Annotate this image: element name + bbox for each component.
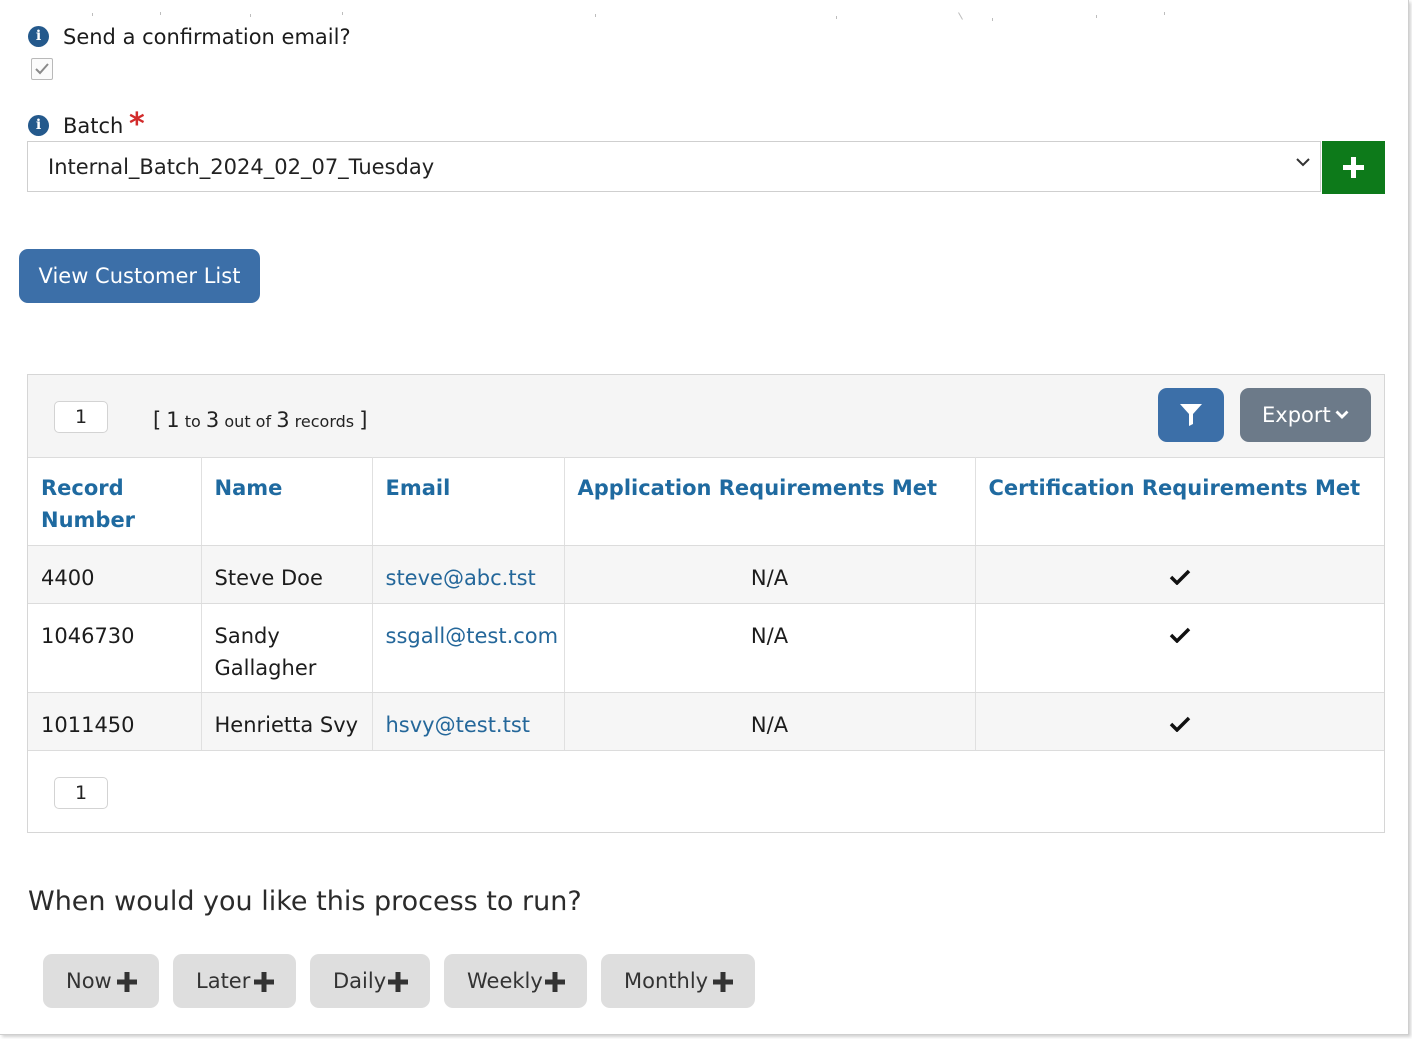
email-link[interactable]: hsvy@test.tst	[386, 713, 531, 737]
view-customer-list-button[interactable]: View Customer List	[19, 249, 260, 303]
email-cell: steve@abc.tst	[372, 545, 565, 604]
schedule-later-button[interactable]: Later	[173, 954, 296, 1008]
export-button[interactable]: Export	[1240, 388, 1371, 442]
confirmation-email-label: Send a confirmation email?	[63, 25, 351, 49]
range-total: 3	[276, 408, 290, 432]
batch-selected-value: Internal_Batch_2024_02_07_Tuesday	[48, 155, 435, 179]
email-cell: hsvy@test.tst	[372, 692, 565, 751]
speck	[250, 14, 251, 17]
table-row: 4400 Steve Doe steve@abc.tst N/A	[28, 545, 1384, 604]
schedule-weekly-button[interactable]: Weekly	[444, 954, 587, 1008]
check-icon	[1169, 569, 1190, 585]
schedule-question: When would you like this process to run?	[28, 886, 582, 917]
certification-met-cell	[975, 692, 1384, 751]
table-row: 1046730 Sandy Gallagher ssgall@test.com …	[28, 603, 1384, 693]
name-cell: Sandy Gallagher	[201, 603, 373, 693]
range-end: 3	[205, 408, 220, 432]
name-cell: Henrietta Svy	[201, 692, 373, 751]
table-row: 1011450 Henrietta Svy hsvy@test.tst N/A	[28, 692, 1384, 751]
speck	[1096, 15, 1097, 18]
range-close: ]	[359, 408, 368, 432]
name-cell: Steve Doe	[201, 545, 373, 604]
range-out-of: out of	[224, 412, 272, 431]
email-cell: ssgall@test.com	[372, 603, 565, 693]
record-range: [ 1 to 3 out of 3 records ]	[153, 408, 367, 432]
filter-button[interactable]	[1158, 388, 1224, 442]
speck	[595, 14, 596, 17]
check-icon	[1169, 627, 1190, 643]
speck	[836, 16, 837, 19]
certification-met-cell	[975, 545, 1384, 604]
checkbox-check-icon	[35, 63, 49, 75]
speck	[992, 18, 993, 21]
check-icon	[1169, 716, 1190, 732]
application-met-cell: N/A	[564, 692, 976, 751]
chevron-down-icon	[1296, 158, 1310, 167]
range-open: [	[153, 408, 162, 432]
schedule-now-label: Now	[66, 969, 112, 993]
speck	[160, 12, 161, 15]
table-header-row: Record Number Name Email Application Req…	[28, 457, 1384, 546]
record-number-cell: 1011450	[28, 692, 202, 751]
schedule-monthly-label: Monthly	[624, 969, 709, 993]
certification-met-cell	[975, 603, 1384, 693]
speck	[1164, 12, 1165, 15]
filter-icon	[1180, 404, 1202, 426]
customer-table: Record Number Name Email Application Req…	[28, 457, 1384, 751]
record-number-cell: 4400	[28, 545, 202, 604]
confirmation-email-checkbox[interactable]	[31, 58, 53, 80]
header-record-number[interactable]: Record Number	[28, 457, 202, 546]
batch-label: Batch	[63, 114, 124, 138]
record-number-cell: 1046730	[28, 603, 202, 693]
application-met-cell: N/A	[564, 545, 976, 604]
range-to: to	[184, 412, 201, 431]
header-email[interactable]: Email	[372, 457, 565, 546]
email-link[interactable]: steve@abc.tst	[386, 566, 536, 590]
chevron-down-icon	[1335, 410, 1349, 419]
required-marker: *	[129, 107, 145, 142]
batch-select[interactable]: Internal_Batch_2024_02_07_Tuesday	[27, 141, 1321, 192]
schedule-monthly-button[interactable]: Monthly	[601, 954, 755, 1008]
page-number-bottom[interactable]: 1	[54, 777, 108, 809]
schedule-daily-label: Daily	[333, 969, 387, 993]
customer-table-panel: 1 [ 1 to 3 out of 3 records ] Export Rec…	[27, 374, 1385, 833]
page-frame: i Send a confirmation email? i Batch * I…	[0, 0, 1409, 1035]
plus-icon	[388, 972, 408, 992]
speck	[92, 13, 93, 16]
schedule-now-button[interactable]: Now	[43, 954, 159, 1008]
plus-icon	[254, 972, 274, 992]
header-application-requirements[interactable]: Application Requirements Met	[564, 457, 976, 546]
page-number-top[interactable]: 1	[54, 401, 108, 433]
header-certification-requirements[interactable]: Certification Requirements Met	[975, 457, 1384, 546]
add-batch-button[interactable]	[1322, 141, 1385, 194]
export-label: Export	[1262, 403, 1331, 427]
header-name[interactable]: Name	[201, 457, 373, 546]
range-records: records	[294, 412, 355, 431]
email-link[interactable]: ssgall@test.com	[386, 624, 559, 648]
info-icon[interactable]: i	[28, 26, 49, 47]
schedule-daily-button[interactable]: Daily	[310, 954, 430, 1008]
schedule-weekly-label: Weekly	[467, 969, 543, 993]
plus-icon	[545, 972, 565, 992]
application-met-cell: N/A	[564, 603, 976, 693]
range-start: 1	[166, 408, 180, 432]
plus-icon	[117, 972, 137, 992]
schedule-later-label: Later	[196, 969, 251, 993]
info-icon[interactable]: i	[28, 115, 49, 136]
plus-icon	[1343, 157, 1364, 178]
speck	[958, 12, 963, 20]
table-toolbar: 1 [ 1 to 3 out of 3 records ] Export	[28, 375, 1384, 458]
speck	[342, 12, 343, 15]
plus-icon	[713, 972, 733, 992]
